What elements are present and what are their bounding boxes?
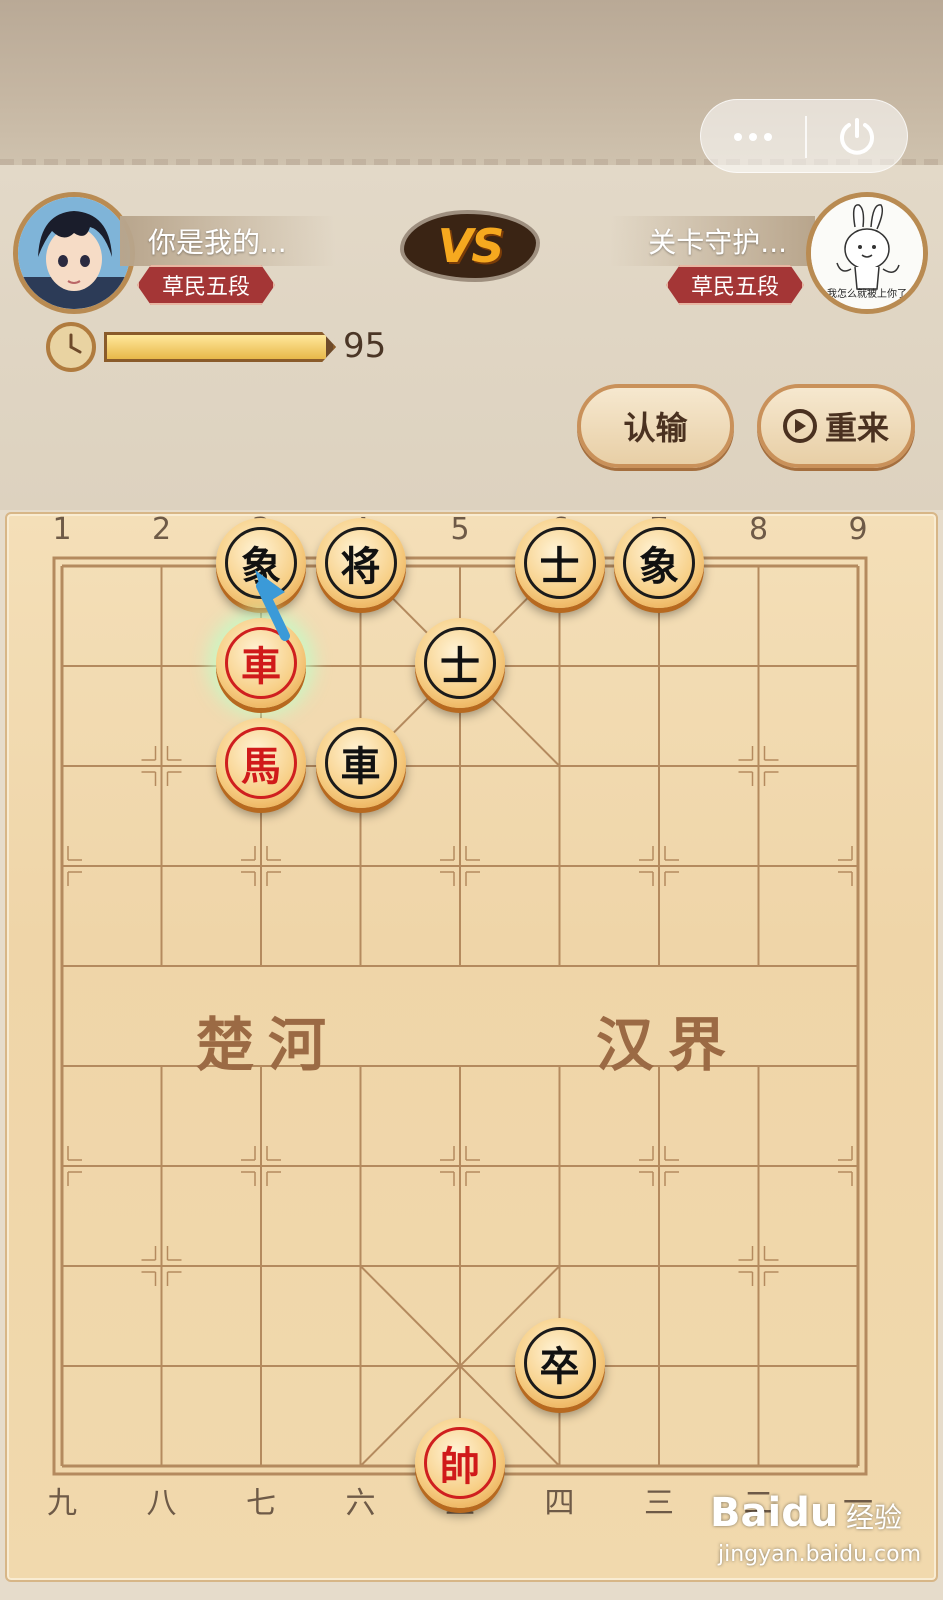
watermark-url: jingyan.baidu.com bbox=[718, 1542, 922, 1567]
red-piece[interactable]: 車 bbox=[216, 618, 306, 708]
bottom-file-number-7: 三 bbox=[644, 1486, 674, 1521]
top-file-number-8: 8 bbox=[748, 512, 769, 547]
top-file-number-1: 1 bbox=[52, 512, 72, 547]
red-piece[interactable]: 馬 bbox=[216, 718, 306, 808]
bottom-file-number-4: 六 bbox=[345, 1486, 376, 1521]
board-grid bbox=[52, 556, 868, 1476]
piece-label: 象 bbox=[623, 527, 695, 599]
black-piece[interactable]: 士 bbox=[514, 518, 605, 608]
black-piece[interactable]: 車 bbox=[315, 718, 406, 808]
river-left-label: 楚河 bbox=[196, 1011, 341, 1079]
bottom-file-number-3: 七 bbox=[246, 1486, 276, 1521]
bottom-file-number-2: 八 bbox=[146, 1486, 177, 1521]
top-file-number-5: 5 bbox=[450, 512, 470, 547]
black-piece[interactable]: 象 bbox=[614, 518, 704, 608]
piece-label: 車 bbox=[324, 727, 397, 799]
piece-label: 帥 bbox=[424, 1427, 496, 1499]
watermark-brand: Baidu bbox=[710, 1490, 839, 1536]
piece-label: 車 bbox=[225, 627, 297, 699]
piece-label: 士 bbox=[424, 627, 496, 699]
piece-label: 象 bbox=[225, 527, 297, 599]
bottom-file-number-6: 四 bbox=[544, 1486, 575, 1521]
watermark-sub: 经验 bbox=[846, 1501, 903, 1534]
piece-label: 将 bbox=[324, 527, 397, 599]
baidu-jingyan-watermark: Baidu 经验 jingyan.baidu.com bbox=[710, 1490, 935, 1580]
piece-label: 馬 bbox=[225, 727, 297, 799]
piece-label: 卒 bbox=[523, 1327, 596, 1399]
red-piece[interactable]: 帥 bbox=[415, 1418, 505, 1508]
top-file-number-9: 9 bbox=[848, 512, 868, 547]
black-piece[interactable]: 将 bbox=[315, 518, 406, 608]
top-file-number-2: 2 bbox=[151, 512, 172, 547]
river-right-label: 汉界 bbox=[596, 1011, 741, 1079]
bottom-file-number-1: 九 bbox=[47, 1486, 77, 1521]
black-piece[interactable]: 象 bbox=[216, 518, 306, 608]
black-piece[interactable]: 士 bbox=[415, 618, 505, 708]
black-piece[interactable]: 卒 bbox=[514, 1318, 605, 1408]
piece-label: 士 bbox=[523, 527, 596, 599]
